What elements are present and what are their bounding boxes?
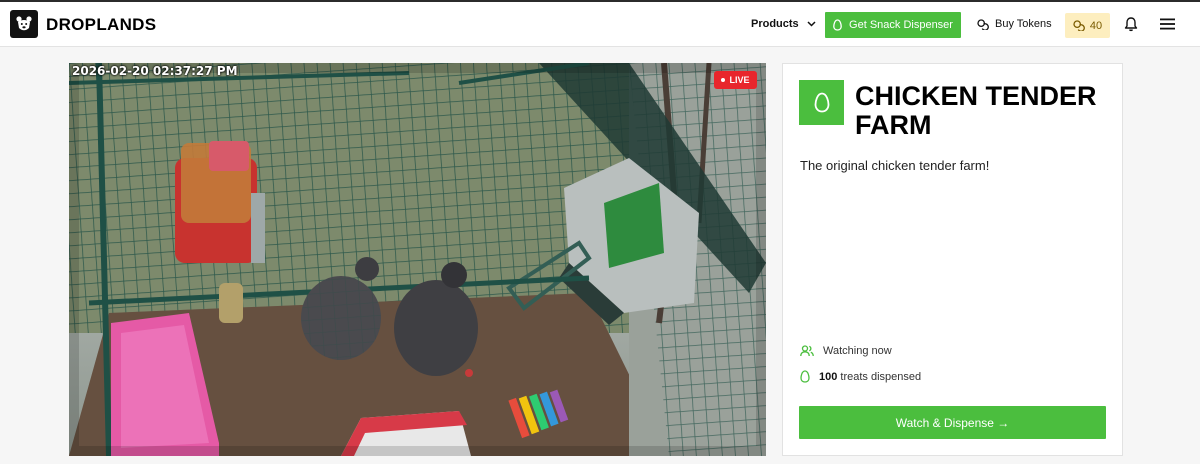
token-balance-value: 40 — [1089, 19, 1103, 32]
camera-scene — [69, 63, 766, 456]
coins-icon — [977, 18, 989, 30]
buy-tokens-button[interactable]: Buy Tokens — [977, 18, 1052, 30]
buy-tokens-label: Buy Tokens — [995, 18, 1052, 30]
users-icon — [800, 345, 814, 357]
live-dot-icon — [721, 78, 726, 82]
top-navbar: DROPLANDS Products Get Snack Dispenser B… — [0, 2, 1200, 47]
farm-description: The original chicken tender farm! — [800, 158, 990, 173]
treats-dispensed-stat: 100 treats dispensed — [800, 370, 921, 383]
token-balance-badge[interactable]: 40 — [1065, 13, 1110, 38]
bell-icon[interactable] — [1124, 16, 1138, 37]
video-timestamp: 2026-02-20 02:37:27 PM — [72, 64, 238, 78]
treats-count: 100 — [819, 370, 838, 383]
farm-info-card: CHICKEN TENDER FARM The original chicken… — [782, 63, 1123, 456]
chevron-down-icon — [807, 21, 816, 27]
live-video-feed[interactable]: 2026-02-20 02:37:27 PM LIVE — [69, 63, 766, 456]
hamburger-menu-icon[interactable] — [1160, 17, 1175, 35]
live-badge: LIVE — [714, 71, 757, 89]
egg-icon — [833, 19, 842, 31]
treats-text: 100 treats dispensed — [819, 371, 921, 383]
watching-now-stat: Watching now — [800, 345, 892, 357]
products-label: Products — [751, 18, 799, 30]
watch-and-dispense-button[interactable]: Watch & Dispense → — [799, 406, 1106, 439]
live-label: LIVE — [729, 75, 750, 85]
coins-icon — [1073, 20, 1085, 31]
get-snack-dispenser-button[interactable]: Get Snack Dispenser — [825, 12, 961, 38]
brand-name[interactable]: DROPLANDS — [46, 15, 156, 35]
snack-button-label: Get Snack Dispenser — [849, 19, 953, 31]
treats-label: treats dispensed — [840, 370, 922, 383]
egg-icon — [800, 370, 810, 383]
farm-title: CHICKEN TENDER FARM — [855, 81, 1097, 140]
watching-now-label: Watching now — [823, 345, 892, 357]
bear-logo-icon[interactable] — [10, 10, 38, 38]
egg-icon — [799, 80, 844, 125]
products-menu[interactable]: Products — [751, 18, 816, 30]
